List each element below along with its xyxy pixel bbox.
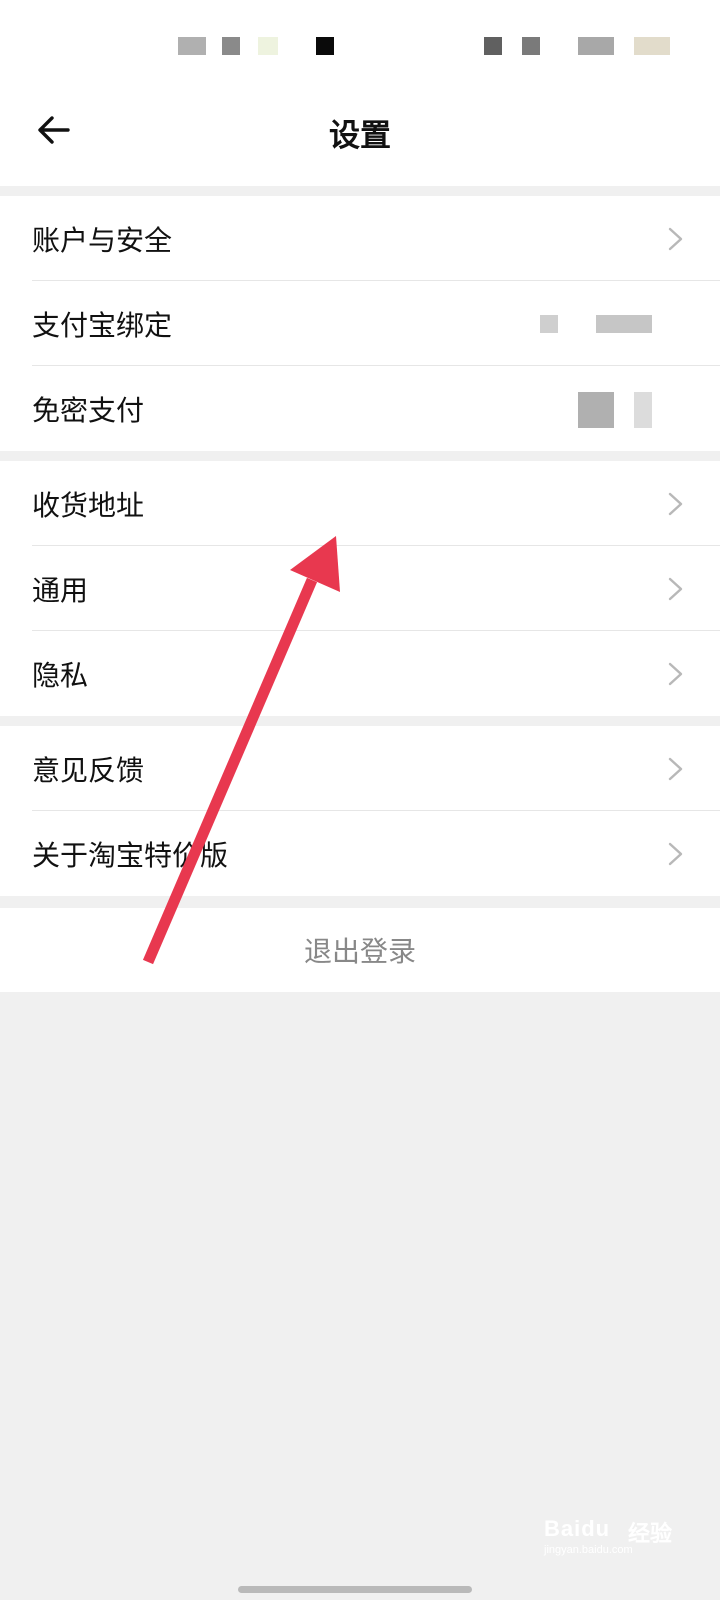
settings-item-about-app[interactable]: 关于淘宝特价版 xyxy=(0,811,720,896)
logout-button[interactable]: 退出登录 xyxy=(0,908,720,992)
settings-item-account-security[interactable]: 账户与安全 xyxy=(0,196,720,281)
settings-item-privacy[interactable]: 隐私 xyxy=(0,631,720,716)
watermark-brand: Baidu xyxy=(544,1516,611,1541)
status-mosaic xyxy=(522,37,540,55)
status-mosaic xyxy=(258,37,278,55)
settings-item-shipping-address[interactable]: 收货地址 xyxy=(0,461,720,546)
settings-item-feedback[interactable]: 意见反馈 xyxy=(0,726,720,811)
nav-header: 设置 xyxy=(0,90,720,186)
blurred-value xyxy=(540,315,558,333)
settings-group-account: 账户与安全 支付宝绑定 免密支付 xyxy=(0,196,720,451)
settings-group-about: 意见反馈 关于淘宝特价版 xyxy=(0,726,720,896)
chevron-right-icon xyxy=(668,227,683,250)
settings-item-label: 免密支付 xyxy=(32,393,145,427)
status-mosaic xyxy=(178,37,206,55)
settings-item-label: 账户与安全 xyxy=(32,223,173,257)
blurred-value xyxy=(596,315,652,333)
status-mosaic xyxy=(316,37,334,55)
page-title: 设置 xyxy=(329,118,391,154)
settings-item-password-free-pay[interactable]: 免密支付 xyxy=(0,366,720,451)
status-mosaic xyxy=(222,37,240,55)
status-mosaic xyxy=(634,37,670,55)
chevron-right-icon xyxy=(668,757,683,780)
settings-item-label: 收货地址 xyxy=(32,488,145,522)
settings-item-label: 意见反馈 xyxy=(32,753,145,787)
chevron-right-icon xyxy=(668,662,683,685)
watermark: Baidu 经验 jingyan.baidu.com xyxy=(544,1510,694,1560)
settings-group-general: 收货地址 通用 隐私 xyxy=(0,461,720,716)
chevron-right-icon xyxy=(668,842,683,865)
chevron-right-icon xyxy=(668,492,683,515)
blurred-value xyxy=(634,392,652,428)
settings-item-alipay-binding[interactable]: 支付宝绑定 xyxy=(0,281,720,366)
status-mosaic xyxy=(578,37,614,55)
status-bar xyxy=(0,0,720,90)
home-indicator[interactable] xyxy=(238,1586,472,1593)
status-mosaic xyxy=(484,37,502,55)
blurred-value xyxy=(578,392,614,428)
settings-item-label: 关于淘宝特价版 xyxy=(32,838,229,872)
watermark-suffix: 经验 xyxy=(628,1522,673,1547)
settings-item-general[interactable]: 通用 xyxy=(0,546,720,631)
settings-item-label: 支付宝绑定 xyxy=(32,308,173,342)
settings-item-label: 通用 xyxy=(32,573,89,607)
settings-item-label: 隐私 xyxy=(32,658,89,692)
chevron-right-icon xyxy=(668,577,683,600)
logout-label: 退出登录 xyxy=(303,935,416,968)
watermark-domain: jingyan.baidu.com xyxy=(544,1544,633,1556)
